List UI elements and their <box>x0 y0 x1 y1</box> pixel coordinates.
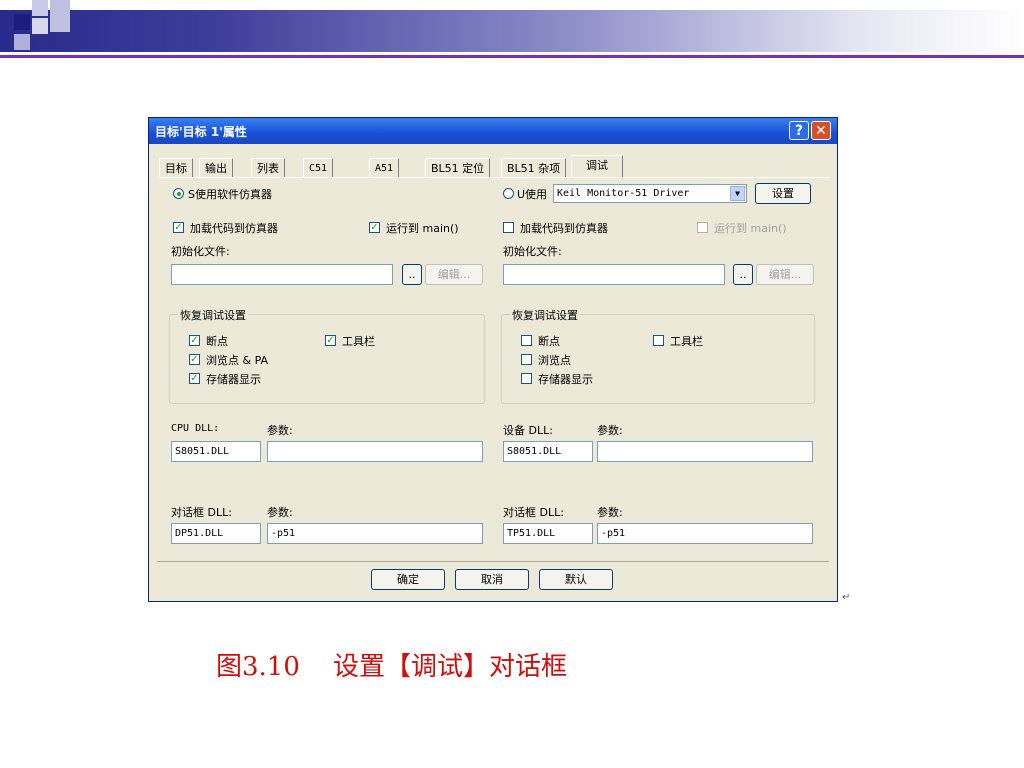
right-browse-button[interactable]: .. <box>733 264 753 285</box>
right-dialog-dll-input[interactable]: TP51.DLL <box>503 523 593 544</box>
restore-group-title: 恢复调试设置 <box>178 307 248 323</box>
driver-dll-param-label: 参数: <box>597 424 623 437</box>
right-restore-memory-label: 存储器显示 <box>538 373 593 386</box>
tab-debug[interactable]: 调试 <box>571 155 623 178</box>
right-restore-breakpoints-label: 断点 <box>538 335 560 348</box>
use-simulator-radio[interactable] <box>173 188 184 199</box>
close-button[interactable]: ✕ <box>811 121 831 140</box>
init-file-input[interactable] <box>171 264 393 285</box>
help-button[interactable]: ? <box>789 121 809 140</box>
ok-button[interactable]: 确定 <box>371 569 445 590</box>
tab-c51[interactable]: C51 <box>303 158 334 177</box>
right-restore-toolbar-label: 工具栏 <box>670 335 703 348</box>
figure-caption: 图3.10 设置【调试】对话框 <box>216 652 567 682</box>
right-edit-button[interactable]: 编辑... <box>756 264 814 285</box>
dialog-titlebar[interactable]: 目标'目标 1'属性 ? ✕ <box>149 118 837 144</box>
tab-a51[interactable]: A51 <box>369 158 400 177</box>
use-simulator-label: S使用软件仿真器 <box>188 188 272 201</box>
cpu-dll-param-input[interactable] <box>267 441 483 462</box>
tab-bl51-misc[interactable]: BL51 杂项 <box>501 158 567 177</box>
slide-header-line <box>0 55 1024 58</box>
load-code-label: 加载代码到仿真器 <box>190 222 278 235</box>
right-restore-breakpoints-checkbox[interactable] <box>521 335 532 346</box>
run-to-main-label: 运行到 main() <box>386 222 459 235</box>
cancel-button[interactable]: 取消 <box>455 569 529 590</box>
driver-dll-input[interactable]: S8051.DLL <box>503 441 593 462</box>
right-init-file-label: 初始化文件: <box>503 245 562 258</box>
dialog-title: 目标'目标 1'属性 <box>155 125 247 139</box>
dialog-dll-param-input[interactable]: -p51 <box>267 523 483 544</box>
restore-breakpoints-label: 断点 <box>206 335 228 348</box>
driver-select[interactable]: Keil Monitor-51 Driver ▼ <box>553 184 747 203</box>
tab-bl51-locate[interactable]: BL51 定位 <box>425 158 491 177</box>
right-restore-watch-checkbox[interactable] <box>521 354 532 365</box>
dialog-dll-input[interactable]: DP51.DLL <box>171 523 261 544</box>
driver-dll-param-input[interactable] <box>597 441 813 462</box>
slide-header-bar <box>0 10 1024 52</box>
footer-separator <box>157 561 829 562</box>
dialog-dll-param-label: 参数: <box>267 506 293 519</box>
right-restore-group-title: 恢复调试设置 <box>510 307 580 323</box>
right-run-to-main-checkbox[interactable] <box>697 222 708 233</box>
right-init-file-input[interactable] <box>503 264 725 285</box>
restore-toolbar-checkbox[interactable]: ✓ <box>325 335 336 346</box>
init-file-label: 初始化文件: <box>171 245 230 258</box>
tab-listing[interactable]: 列表 <box>251 158 285 177</box>
paragraph-return-mark: ↵ <box>842 592 851 603</box>
right-restore-toolbar-checkbox[interactable] <box>653 335 664 346</box>
run-to-main-checkbox[interactable]: ✓ <box>369 222 380 233</box>
right-dialog-dll-param-label: 参数: <box>597 506 623 519</box>
restore-memory-label: 存储器显示 <box>206 373 261 386</box>
target-properties-dialog: 目标'目标 1'属性 ? ✕ 目标 输出 列表 C51 A51 BL51 定位 … <box>148 117 838 602</box>
use-driver-label: U使用 <box>517 188 548 201</box>
restore-memory-checkbox[interactable]: ✓ <box>189 373 200 384</box>
header-square-decoration <box>14 34 30 50</box>
restore-toolbar-label: 工具栏 <box>342 335 375 348</box>
right-restore-watch-label: 浏览点 <box>538 354 571 367</box>
right-load-code-checkbox[interactable] <box>503 222 514 233</box>
restore-watch-checkbox[interactable]: ✓ <box>189 354 200 365</box>
cpu-dll-label: CPU DLL: <box>171 423 220 434</box>
tab-pane-border <box>157 177 829 178</box>
cpu-dll-param-label: 参数: <box>267 424 293 437</box>
browse-button[interactable]: .. <box>402 264 422 285</box>
right-run-to-main-label: 运行到 main() <box>714 222 787 235</box>
tab-target[interactable]: 目标 <box>159 158 193 177</box>
driver-select-value: Keil Monitor-51 Driver <box>557 188 690 199</box>
right-load-code-label: 加载代码到仿真器 <box>520 222 608 235</box>
right-restore-memory-checkbox[interactable] <box>521 373 532 384</box>
dialog-dll-label: 对话框 DLL: <box>171 506 232 519</box>
use-driver-radio[interactable] <box>503 188 514 199</box>
right-dialog-dll-param-input[interactable]: -p51 <box>597 523 813 544</box>
cpu-dll-input[interactable]: S8051.DLL <box>171 441 261 462</box>
header-square-decoration <box>14 14 30 30</box>
header-square-decoration <box>32 18 48 34</box>
chevron-down-icon[interactable]: ▼ <box>730 186 745 201</box>
right-dialog-dll-label: 对话框 DLL: <box>503 506 564 519</box>
load-code-checkbox[interactable]: ✓ <box>173 222 184 233</box>
settings-button[interactable]: 设置 <box>755 183 811 204</box>
default-button[interactable]: 默认 <box>539 569 613 590</box>
restore-watch-label: 浏览点 & PA <box>206 354 269 367</box>
header-square-decoration <box>50 0 70 32</box>
edit-button[interactable]: 编辑... <box>425 264 483 285</box>
header-square-decoration <box>32 0 48 16</box>
tab-output[interactable]: 输出 <box>199 158 233 177</box>
restore-breakpoints-checkbox[interactable]: ✓ <box>189 335 200 346</box>
driver-dll-label: 设备 DLL: <box>503 424 553 437</box>
